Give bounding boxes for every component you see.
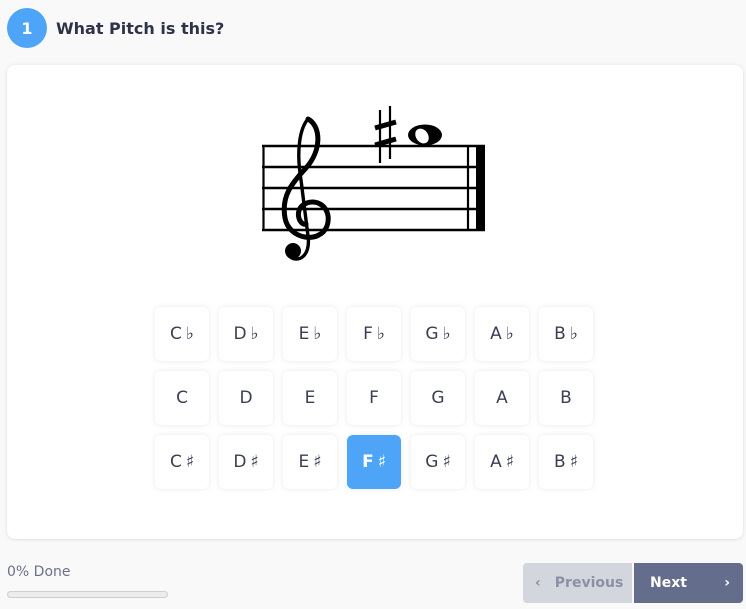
flat-icon: ♭ [376, 324, 385, 344]
note-letter: B [554, 324, 566, 344]
question-header: 1 What Pitch is this? [7, 8, 224, 48]
flat-icon: ♭ [442, 324, 451, 344]
answer-button-c-sharp[interactable]: C ♯ [155, 435, 209, 489]
sharp-icon: ♯ [185, 452, 195, 472]
flat-icon: ♭ [250, 324, 259, 344]
sharp-icon: ♯ [569, 452, 578, 472]
answer-button-g-sharp[interactable]: G ♯ [411, 435, 465, 489]
note-letter: D [233, 452, 247, 472]
answer-button-g[interactable]: G [411, 371, 465, 425]
staff-lines [262, 144, 485, 232]
note-letter: E [298, 324, 310, 344]
note-letter: G [431, 388, 445, 408]
note-letter: C [176, 388, 188, 408]
note-letter: F [369, 388, 379, 408]
answer-button-e-flat[interactable]: E ♭ [283, 307, 337, 361]
note-letter: G [425, 452, 439, 472]
progress-label: 0% Done [7, 564, 71, 580]
question-card: C ♭ D ♭ E ♭ F ♭ G ♭ A ♭ B ♭ C D E F G A B C ♯ D ♯ E ♯ F ♯ G ♯ A ♯ B ♯ [7, 65, 743, 539]
answer-button-b[interactable]: B [539, 371, 593, 425]
answer-button-a[interactable]: A [475, 371, 529, 425]
note-letter: F [362, 452, 374, 472]
note-letter: E [304, 388, 316, 408]
music-staff [262, 106, 485, 261]
note-letter: B [554, 452, 566, 472]
answer-button-f[interactable]: F [347, 371, 401, 425]
answer-button-f-flat[interactable]: F ♭ [347, 307, 401, 361]
note-letter: D [239, 388, 253, 408]
answer-button-c-flat[interactable]: C ♭ [155, 307, 209, 361]
sharp-icon: ♯ [313, 452, 322, 472]
whole-note-icon [408, 124, 442, 146]
note-letter: C [170, 324, 182, 344]
sharp-icon: ♯ [250, 452, 259, 472]
flat-icon: ♭ [185, 324, 194, 344]
chevron-right-icon: › [724, 575, 730, 591]
note-letter: F [363, 324, 373, 344]
answer-button-d-sharp[interactable]: D ♯ [219, 435, 273, 489]
progress-bar [7, 591, 168, 598]
final-barline-thick [476, 145, 485, 231]
flat-icon: ♭ [569, 324, 578, 344]
answer-button-d-flat[interactable]: D ♭ [219, 307, 273, 361]
answer-button-e[interactable]: E [283, 371, 337, 425]
answer-button-b-flat[interactable]: B ♭ [539, 307, 593, 361]
flat-icon: ♭ [505, 324, 514, 344]
next-button[interactable]: Next › [634, 563, 743, 603]
answer-button-b-sharp[interactable]: B ♯ [539, 435, 593, 489]
chevron-left-icon: ‹ [535, 575, 541, 591]
sharp-accidental-icon [374, 106, 397, 163]
note-letter: D [233, 324, 247, 344]
note-letter: C [169, 452, 182, 472]
answer-button-a-sharp[interactable]: A ♯ [475, 435, 529, 489]
previous-button[interactable]: ‹ Previous [523, 563, 632, 603]
flat-icon: ♭ [313, 324, 322, 344]
answer-button-e-sharp[interactable]: E ♯ [283, 435, 337, 489]
note-letter: A [496, 388, 508, 408]
answer-button-g-flat[interactable]: G ♭ [411, 307, 465, 361]
sharp-icon: ♯ [442, 452, 451, 472]
note-letter: A [490, 324, 502, 344]
question-number-badge: 1 [7, 8, 47, 48]
next-button-label: Next [650, 575, 687, 591]
sharp-icon: ♯ [505, 452, 514, 472]
note-letter: A [490, 452, 502, 472]
note-letter: G [425, 324, 439, 344]
answer-button-a-flat[interactable]: A ♭ [475, 307, 529, 361]
previous-button-label: Previous [554, 575, 624, 591]
note-letter: B [560, 388, 572, 408]
answer-button-c[interactable]: C [155, 371, 209, 425]
note-letter: E [298, 452, 310, 472]
question-title: What Pitch is this? [56, 18, 225, 38]
sharp-icon: ♯ [377, 452, 386, 472]
answer-button-d[interactable]: D [219, 371, 273, 425]
answer-button-f-sharp[interactable]: F ♯ [347, 435, 401, 489]
